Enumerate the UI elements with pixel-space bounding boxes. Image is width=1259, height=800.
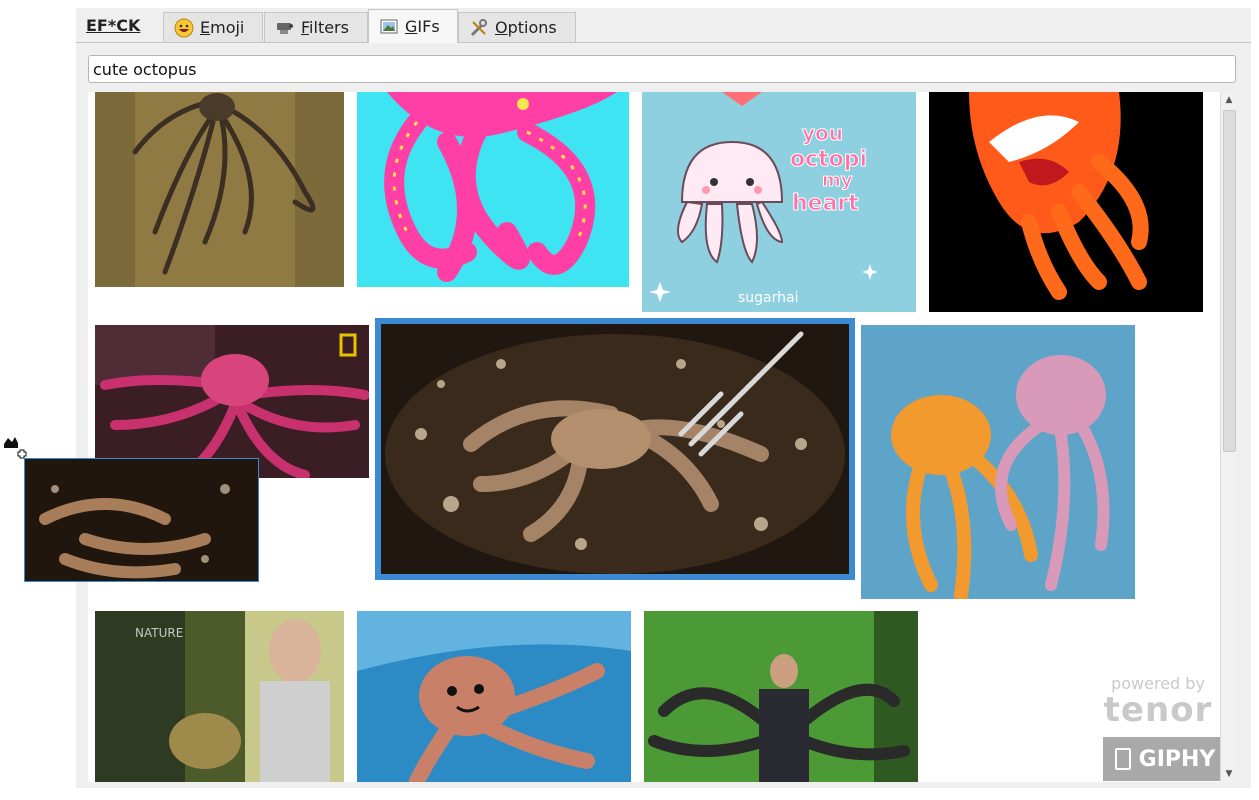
gif-item[interactable]: you octopi my heart sugarhai [642, 92, 916, 312]
tab-options[interactable]: Options [458, 12, 576, 42]
gif-item[interactable] [357, 611, 631, 782]
picture-icon [379, 17, 399, 37]
tab-filters[interactable]: Filters [264, 12, 368, 42]
giphy-logo-text: GIPHY [1138, 746, 1216, 772]
orange-cartoon-octopus-image [929, 92, 1203, 312]
sugarhai-credit: sugarhai [738, 290, 798, 306]
you-octopi-my-heart-image: you octopi my heart sugarhai [642, 92, 916, 312]
vertical-scrollbar[interactable]: ▲ ▼ [1220, 92, 1236, 782]
giphy-icon [1114, 748, 1131, 770]
tab-bar: EF*CK Emoji Filters GIFs Options [76, 8, 1251, 43]
octopus-in-pan-image [381, 324, 849, 574]
app-brand: EF*CK [86, 16, 141, 35]
drag-preview-image [25, 459, 258, 581]
pink-pixel-octopus-image [357, 92, 629, 287]
doctor-octopus-image [644, 611, 918, 782]
gif-picker-window: EF*CK Emoji Filters GIFs Options cute oc… [76, 8, 1251, 788]
filter-icon [275, 18, 295, 38]
gif-item[interactable] [644, 611, 918, 782]
tenor-logo: tenor [1103, 690, 1213, 730]
grinning-face-icon [174, 18, 194, 38]
gif-item[interactable] [95, 92, 344, 287]
two-octopuses-dancing-image [861, 325, 1135, 599]
gif-item-selected[interactable] [375, 318, 855, 580]
gif-item[interactable] [357, 92, 629, 287]
red-octopus-coral-image [95, 325, 369, 478]
tab-gifs-label: GIFs [405, 17, 440, 36]
heart-text-octopi: octopi [790, 147, 867, 172]
gif-item[interactable]: NATURE [95, 611, 344, 782]
tab-emoji-label: Emoji [200, 18, 245, 37]
tools-icon [469, 18, 489, 38]
tab-gifs[interactable]: GIFs [368, 9, 458, 43]
tenor-credit: powered by tenor [1094, 674, 1222, 727]
scroll-up-arrow-icon[interactable]: ▲ [1221, 92, 1236, 108]
octopus-on-wall-image [95, 92, 344, 287]
drag-cursor-icon [2, 434, 30, 464]
smiling-octopus-image [357, 611, 631, 782]
giphy-badge: GIPHY [1103, 737, 1227, 781]
nature-octopus-man-image: NATURE [95, 611, 344, 782]
tab-filters-label: Filters [301, 18, 349, 37]
nature-watermark: NATURE [135, 626, 183, 640]
scroll-down-arrow-icon[interactable]: ▼ [1221, 766, 1236, 782]
scrollbar-thumb[interactable] [1223, 110, 1236, 452]
heart-text-you: you [802, 121, 843, 145]
heart-text-my: my [822, 170, 853, 191]
gif-item[interactable] [95, 325, 369, 478]
heart-text-heart: heart [792, 191, 859, 216]
tab-options-label: Options [495, 18, 557, 37]
drag-preview [24, 458, 259, 582]
gif-results-grid: you octopi my heart sugarhai NATURE powe… [88, 92, 1236, 782]
gif-item[interactable] [861, 325, 1135, 599]
gif-item[interactable] [929, 92, 1203, 312]
tab-emoji[interactable]: Emoji [163, 12, 263, 42]
search-input[interactable] [88, 55, 1236, 83]
